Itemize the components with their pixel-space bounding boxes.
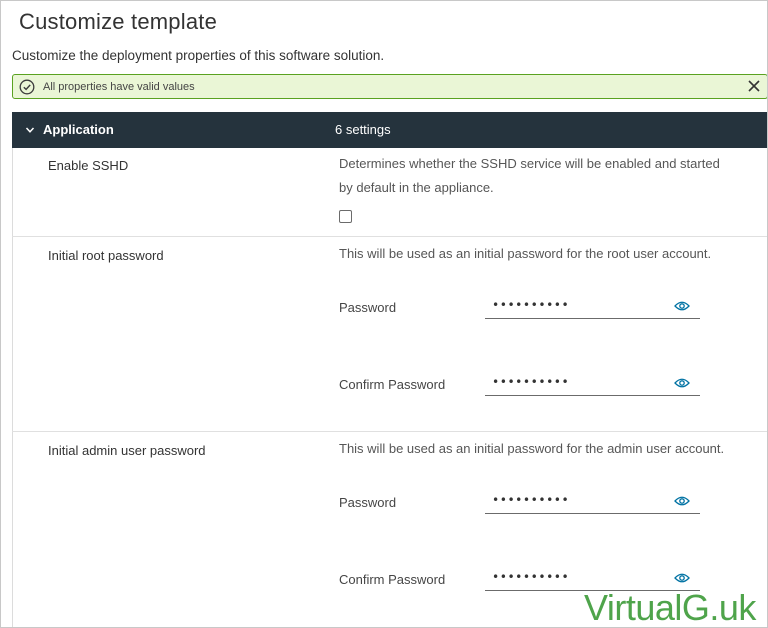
- setting-description-admin-password: This will be used as an initial password…: [339, 441, 725, 456]
- page-subtitle: Customize the deployment properties of t…: [12, 48, 385, 63]
- root-confirm-password-field[interactable]: ••••••••••: [485, 374, 700, 396]
- eye-icon[interactable]: [674, 572, 690, 584]
- admin-confirm-password-value: ••••••••••: [492, 570, 570, 584]
- setting-label-admin-password: Initial admin user password: [48, 443, 206, 458]
- row-divider: [12, 236, 767, 237]
- alert-message: All properties have valid values: [43, 81, 195, 93]
- section-settings-count: 6 settings: [335, 122, 391, 137]
- root-confirm-password-value: ••••••••••: [492, 375, 570, 389]
- setting-description-sshd-line2: by default in the appliance.: [339, 180, 494, 195]
- setting-description-root-password: This will be used as an initial password…: [339, 246, 712, 261]
- admin-confirm-password-label: Confirm Password: [339, 572, 446, 587]
- admin-password-field[interactable]: ••••••••••: [485, 492, 700, 514]
- check-circle-icon: [19, 79, 35, 95]
- enable-sshd-checkbox[interactable]: [339, 210, 352, 223]
- eye-icon[interactable]: [674, 495, 690, 507]
- eye-icon[interactable]: [674, 377, 690, 389]
- root-confirm-password-label: Confirm Password: [339, 377, 446, 392]
- row-divider: [12, 431, 767, 432]
- setting-label-root-password: Initial root password: [48, 248, 164, 263]
- eye-icon[interactable]: [674, 300, 690, 312]
- setting-description-sshd-line1: Determines whether the SSHD service will…: [339, 156, 720, 171]
- root-password-field[interactable]: ••••••••••: [485, 297, 700, 319]
- admin-password-value: ••••••••••: [492, 493, 570, 507]
- root-password-label: Password: [339, 300, 397, 315]
- section-title: Application: [43, 122, 114, 137]
- section-left-border: [12, 148, 13, 627]
- page-title: Customize template: [19, 9, 218, 34]
- setting-label-enable-sshd: Enable SSHD: [48, 158, 129, 173]
- close-icon[interactable]: [746, 78, 762, 94]
- chevron-down-icon[interactable]: [25, 125, 35, 135]
- validation-alert: All properties have valid values: [12, 74, 767, 99]
- root-password-value: ••••••••••: [492, 298, 570, 312]
- watermark-logo: VirtualG.uk: [584, 587, 756, 628]
- customize-template-page: Customize template Customize the deploym…: [0, 0, 768, 628]
- admin-password-label: Password: [339, 495, 397, 510]
- application-section-header[interactable]: Application 6 settings: [12, 112, 767, 148]
